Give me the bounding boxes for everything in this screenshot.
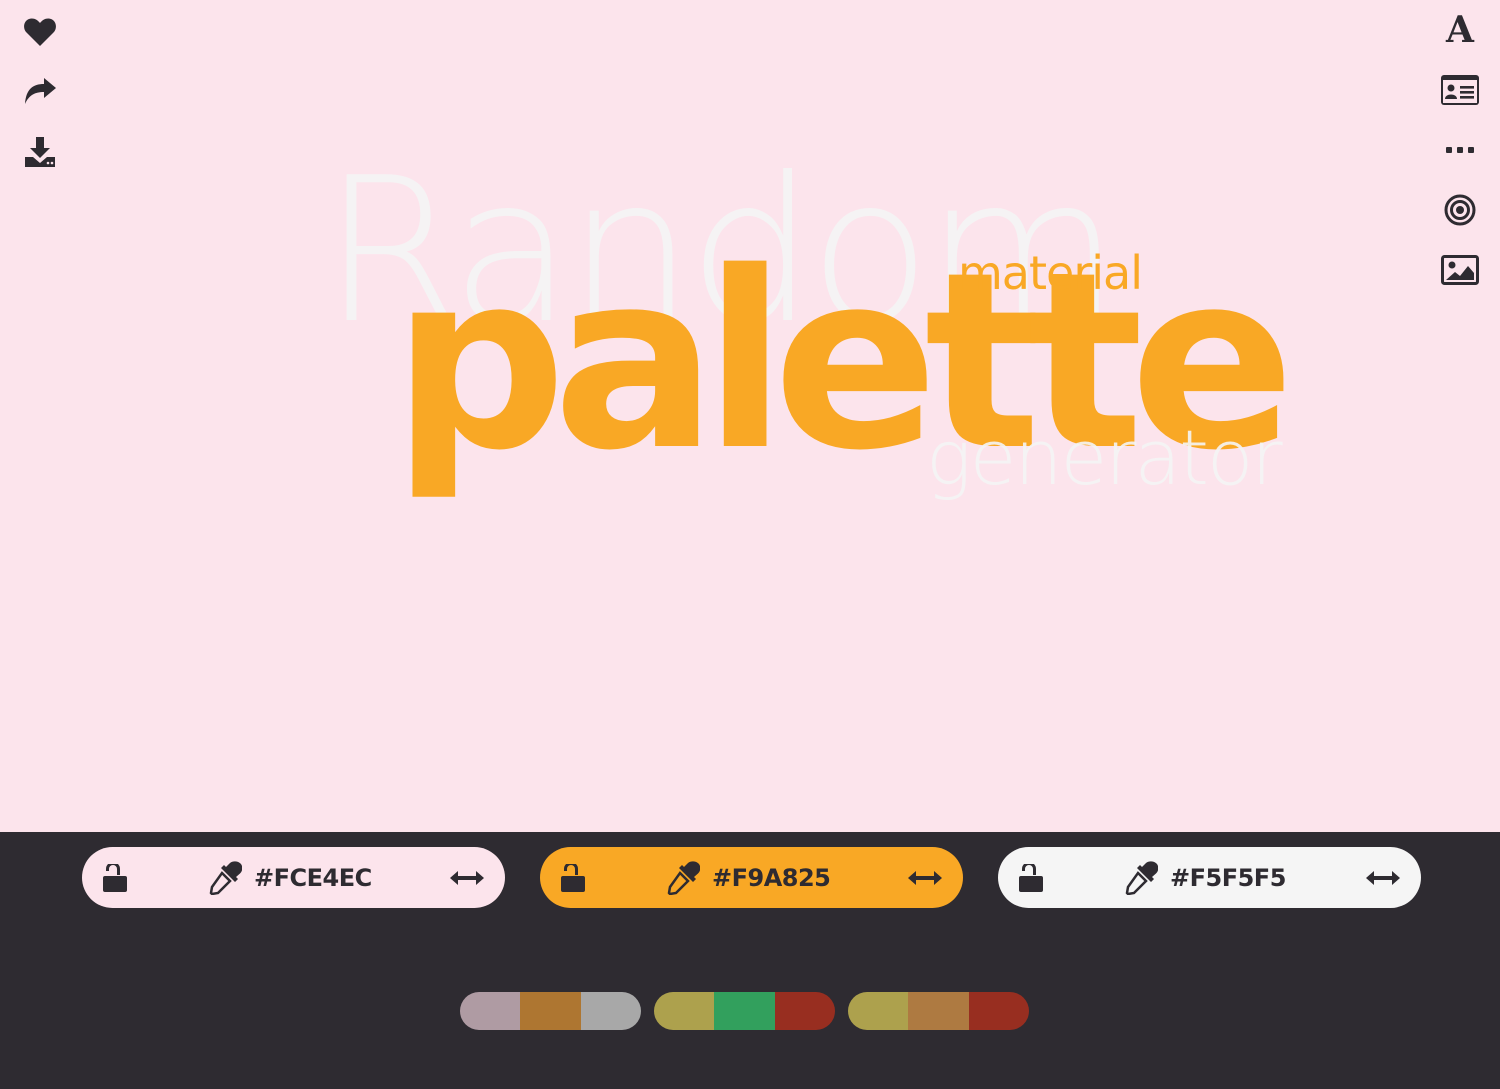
image-button[interactable] — [1438, 248, 1482, 292]
hero-word-material: material — [958, 246, 1143, 300]
unlock-icon — [561, 863, 585, 892]
suggested-palette-3[interactable] — [848, 992, 1029, 1030]
left-toolbar — [18, 10, 62, 190]
share-button[interactable] — [18, 70, 62, 114]
unlock-button-1[interactable] — [100, 863, 130, 893]
target-icon — [1444, 194, 1476, 226]
eyedropper-icon — [1125, 860, 1158, 895]
font-icon: A — [1446, 9, 1474, 51]
more-button[interactable] — [1438, 128, 1482, 172]
swap-button-1[interactable] — [447, 863, 487, 893]
share-arrow-icon — [25, 78, 56, 104]
eyedropper-icon — [667, 860, 700, 895]
suggested-palette-2-color-2 — [714, 992, 775, 1030]
suggested-palette-3-color-2 — [908, 992, 969, 1030]
swap-button-3[interactable] — [1363, 863, 1403, 893]
card-button[interactable] — [1438, 68, 1482, 112]
suggested-palette-1-color-2 — [520, 992, 581, 1030]
image-icon — [1441, 255, 1479, 285]
hero-word-generator: generator — [926, 413, 1283, 502]
swatch-1[interactable]: #FCE4EC — [82, 847, 505, 908]
suggested-palette-3-color-3 — [968, 992, 1029, 1030]
hero-word-palette: palette — [392, 220, 1295, 504]
unlock-icon — [103, 863, 127, 892]
swatch-3[interactable]: #F5F5F5 — [998, 847, 1421, 908]
hex-value-2[interactable]: #F9A825 — [712, 864, 831, 892]
unlock-button-2[interactable] — [558, 863, 588, 893]
bottom-panel: #FCE4EC #F9A825 #F5F5F5 — [0, 832, 1500, 1089]
heart-icon — [24, 18, 56, 46]
favorite-button[interactable] — [18, 10, 62, 54]
suggested-palette-2-color-1 — [654, 992, 715, 1030]
target-button[interactable] — [1438, 188, 1482, 232]
hero-title: Random palette material generator — [0, 0, 1500, 832]
horizontal-arrows-icon — [450, 870, 484, 885]
right-toolbar: A — [1438, 8, 1484, 308]
hero-word-random: Random — [322, 135, 1120, 368]
download-icon — [25, 137, 55, 167]
suggested-palette-1-color-3 — [580, 992, 641, 1030]
eyedropper-icon — [209, 860, 242, 895]
suggested-palette-1-color-1 — [460, 992, 521, 1030]
eyedropper-button-3[interactable] — [1122, 859, 1160, 897]
hex-value-3[interactable]: #F5F5F5 — [1170, 864, 1286, 892]
swap-button-2[interactable] — [905, 863, 945, 893]
suggested-palette-2[interactable] — [654, 992, 835, 1030]
eyedropper-button-2[interactable] — [664, 859, 702, 897]
download-button[interactable] — [18, 130, 62, 174]
unlock-icon — [1019, 863, 1043, 892]
suggested-palette-1[interactable] — [460, 992, 641, 1030]
unlock-button-3[interactable] — [1016, 863, 1046, 893]
ellipsis-icon — [1446, 147, 1474, 153]
hex-value-1[interactable]: #FCE4EC — [254, 864, 372, 892]
horizontal-arrows-icon — [908, 870, 942, 885]
font-button[interactable]: A — [1438, 8, 1482, 52]
suggested-palette-2-color-3 — [774, 992, 835, 1030]
swatch-2[interactable]: #F9A825 — [540, 847, 963, 908]
horizontal-arrows-icon — [1366, 870, 1400, 885]
eyedropper-button-1[interactable] — [206, 859, 244, 897]
id-card-icon — [1441, 75, 1479, 105]
palette-canvas: A Random palette material generator — [0, 0, 1500, 832]
suggested-palette-3-color-1 — [848, 992, 909, 1030]
